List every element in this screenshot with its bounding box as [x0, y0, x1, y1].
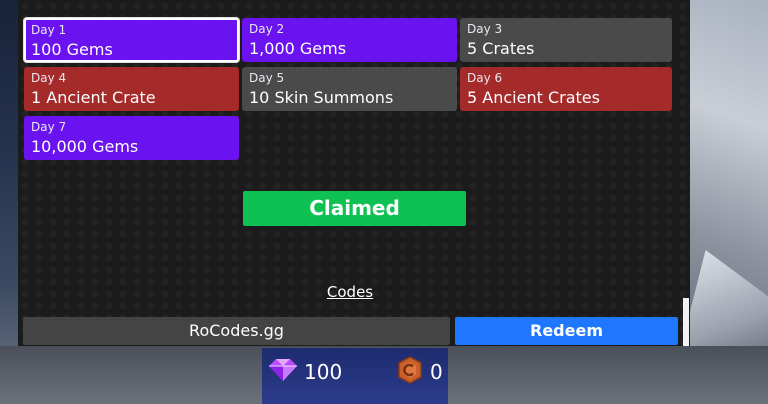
coin-balance: 0	[396, 355, 443, 389]
reward-tile-day-4[interactable]: Day 4 1 Ancient Crate	[24, 67, 239, 111]
reward-tile-day-1[interactable]: Day 1 100 Gems	[24, 18, 239, 62]
gem-count: 100	[304, 360, 343, 384]
code-input[interactable]	[23, 317, 450, 345]
reward-label: 5 Ancient Crates	[467, 88, 600, 107]
reward-tile-day-2[interactable]: Day 2 1,000 Gems	[242, 18, 457, 62]
reward-tile-day-6[interactable]: Day 6 5 Ancient Crates	[460, 67, 672, 111]
reward-label: 5 Crates	[467, 39, 535, 58]
day-label: Day 2	[249, 22, 285, 36]
claimed-button[interactable]: Claimed	[243, 191, 466, 226]
codes-label: Codes	[326, 283, 374, 301]
reward-label: 1,000 Gems	[249, 39, 347, 58]
day-label: Day 1	[31, 23, 67, 37]
game-background-right	[690, 0, 768, 404]
day-label: Day 5	[249, 71, 285, 85]
reward-label: 10 Skin Summons	[249, 88, 394, 107]
coin-count: 0	[430, 360, 443, 384]
day-label: Day 4	[31, 71, 67, 85]
reward-label: 100 Gems	[31, 40, 113, 59]
scrollbar[interactable]	[683, 298, 689, 346]
reward-label: 10,000 Gems	[31, 137, 139, 156]
reward-tile-day-3[interactable]: Day 3 5 Crates	[460, 18, 672, 62]
redeem-button[interactable]: Redeem	[455, 317, 678, 345]
reward-label: 1 Ancient Crate	[31, 88, 156, 107]
coin-icon	[396, 355, 430, 389]
reward-tile-day-5[interactable]: Day 5 10 Skin Summons	[242, 67, 457, 111]
gem-balance: 100	[268, 356, 342, 388]
reward-tile-day-7[interactable]: Day 7 10,000 Gems	[24, 116, 239, 160]
day-label: Day 3	[467, 22, 503, 36]
day-label: Day 6	[467, 71, 503, 85]
day-label: Day 7	[31, 120, 67, 134]
gem-icon	[268, 358, 304, 387]
